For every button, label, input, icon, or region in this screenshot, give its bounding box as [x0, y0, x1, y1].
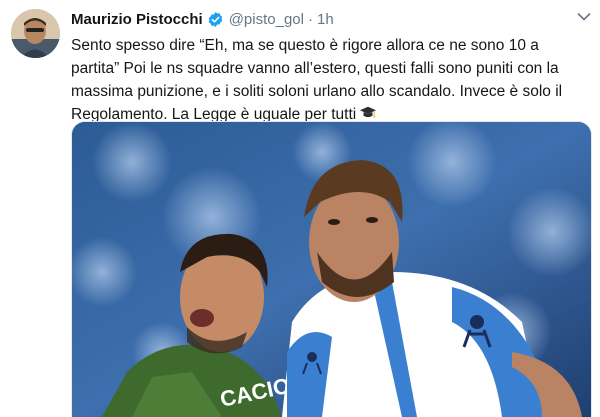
tweet-header: Maurizio Pistocchi @pisto_gol · 1h [71, 8, 334, 30]
tweet-media-photo[interactable]: CACIORE [71, 121, 592, 417]
tweet-text: Sento spesso dire “Eh, ma se questo è ri… [71, 34, 586, 126]
tweet-card[interactable]: Maurizio Pistocchi @pisto_gol · 1h Sento… [0, 0, 600, 417]
tweet-text-line: Sento spesso dire “Eh, ma se questo è ri… [71, 37, 539, 54]
tweet-timestamp[interactable]: 1h [317, 11, 334, 28]
avatar-photo [11, 9, 60, 58]
tweet-text-line: massima punizione, e i soliti soloni url… [71, 83, 563, 100]
graduation-cap-emoji [360, 106, 377, 118]
tweet-text-line: partita” Poi le ns squadre vanno all’est… [71, 60, 559, 77]
author-handle[interactable]: @pisto_gol [229, 11, 304, 28]
chevron-down-icon[interactable] [577, 12, 591, 22]
separator-dot: · [307, 10, 313, 28]
verified-badge-icon [208, 11, 222, 27]
football-photo: CACIORE [72, 122, 591, 417]
author-name[interactable]: Maurizio Pistocchi [71, 11, 203, 28]
avatar[interactable] [11, 9, 60, 58]
